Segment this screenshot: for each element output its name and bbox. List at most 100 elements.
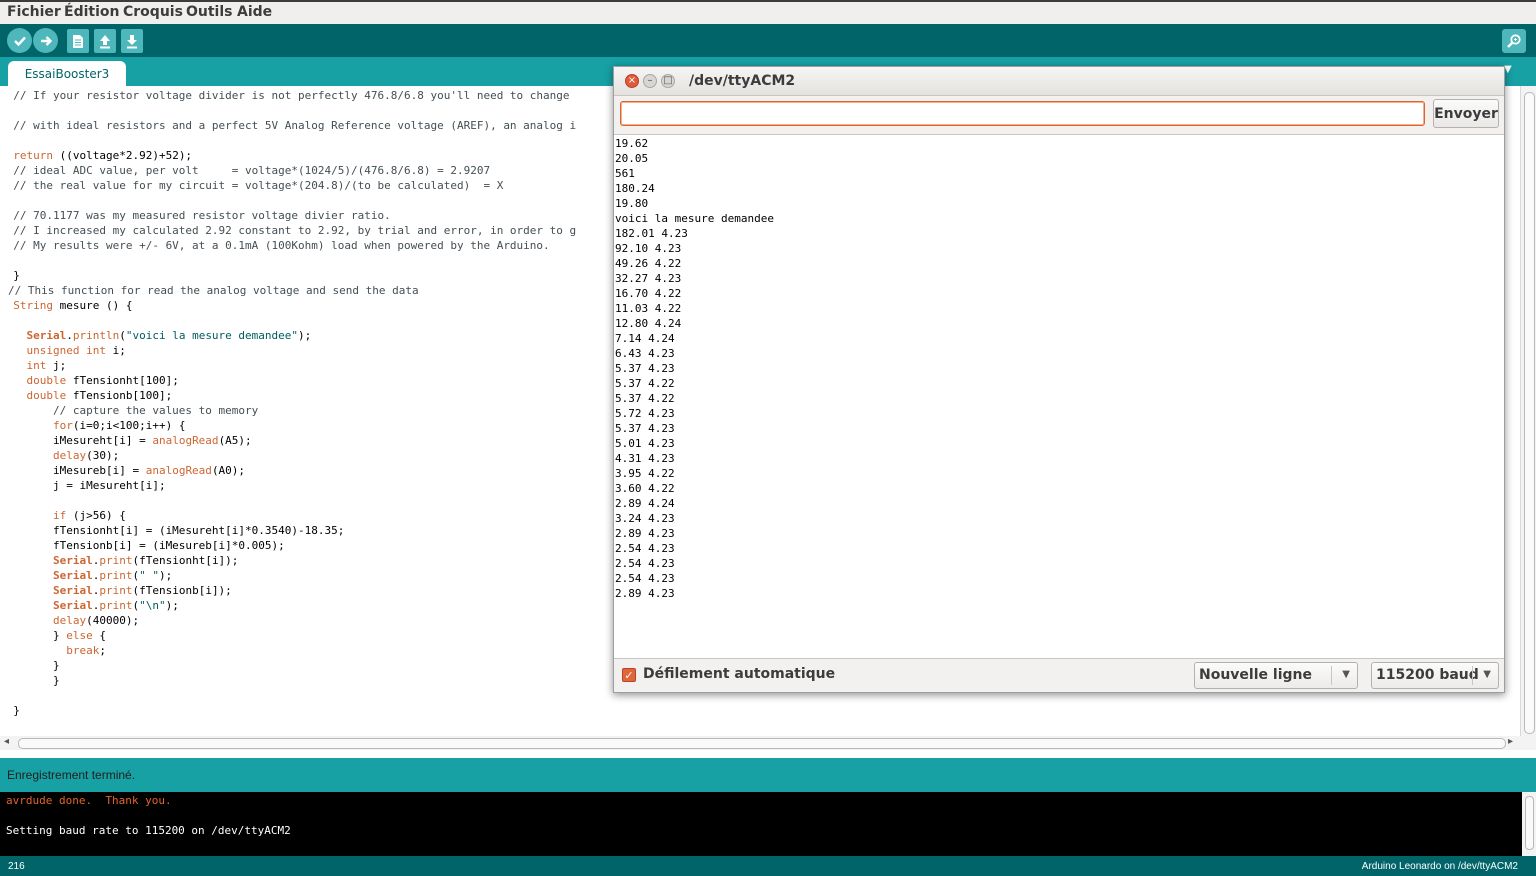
code-token: } <box>0 674 60 687</box>
serial-output-line: 20.05 <box>615 152 649 165</box>
open-button[interactable] <box>94 29 116 53</box>
code-token: (fTensionht[i]); <box>132 554 239 567</box>
serial-output-line: 2.54 4.23 <box>615 572 675 585</box>
code-line: // My results were +/- 6V, at a 0.1mA (1… <box>0 238 549 253</box>
send-button[interactable]: Envoyer <box>1433 99 1499 128</box>
pane-splitter[interactable] <box>0 750 1536 758</box>
tab-menu-icon[interactable]: ▼ <box>1504 64 1518 78</box>
serial-monitor-icon <box>1507 34 1521 48</box>
serial-monitor-button[interactable] <box>1502 29 1526 53</box>
code-token: println <box>72 329 120 342</box>
code-token: iMesureht[i] = <box>0 434 153 447</box>
close-icon[interactable]: × <box>625 74 639 88</box>
line-ending-select[interactable]: Nouvelle ligne ▼ <box>1194 662 1358 689</box>
code-line: // I increased my calculated 2.92 consta… <box>0 223 576 238</box>
footer-bar: 216 Arduino Leonardo on /dev/ttyACM2 <box>0 856 1536 876</box>
scroll-thumb[interactable] <box>1524 92 1535 734</box>
code-token: // If your resistor voltage divider is n… <box>0 89 570 102</box>
code-token: delay <box>0 614 87 627</box>
code-token: (i=0;i<100;i++) { <box>72 419 186 432</box>
editor-vertical-scrollbar[interactable] <box>1520 86 1536 736</box>
code-token: analogRead <box>145 464 212 477</box>
menu-edition[interactable]: Édition <box>64 4 119 20</box>
serial-output-line: 561 <box>615 167 635 180</box>
code-line: } <box>0 658 60 673</box>
serial-send-input[interactable] <box>620 101 1425 126</box>
scroll-thumb[interactable] <box>18 738 1506 749</box>
maximize-icon[interactable]: □ <box>661 74 675 88</box>
code-token: // I increased my calculated 2.92 consta… <box>0 224 577 237</box>
save-icon <box>127 34 137 48</box>
code-token: return <box>0 149 53 162</box>
serial-output-line: 2.89 4.23 <box>615 527 675 540</box>
serial-monitor-titlebar[interactable]: × – □ /dev/ttyACM2 <box>614 67 1504 96</box>
code-token: } <box>0 704 20 717</box>
serial-output-line: 3.24 4.23 <box>615 512 675 525</box>
menu-croquis[interactable]: Croquis <box>123 4 183 20</box>
code-token: break <box>0 644 100 657</box>
serial-output-line: 92.10 4.23 <box>615 242 682 255</box>
code-token: " " <box>139 569 159 582</box>
code-token: fTensionht[100]; <box>66 374 179 387</box>
code-line: Serial.print("\n"); <box>0 598 179 613</box>
code-token: if <box>0 509 67 522</box>
code-line: int j; <box>0 358 66 373</box>
toolbar <box>0 24 1536 57</box>
serial-options-bar: ✓ Défilement automatique Nouvelle ligne … <box>614 658 1504 692</box>
code-line: Serial.print(" "); <box>0 568 172 583</box>
console-scrollbar[interactable] <box>1522 792 1536 856</box>
scroll-thumb[interactable] <box>1525 796 1534 850</box>
code-line: } <box>0 673 60 688</box>
code-token: // capture the values to memory <box>0 404 259 417</box>
tab-essaibooster3[interactable]: EssaiBooster3 <box>8 61 126 86</box>
code-token: ((voltage*2.92)+52); <box>52 149 193 162</box>
serial-output-line: 5.72 4.23 <box>615 407 675 420</box>
code-token: print <box>99 599 133 612</box>
code-line: double fTensionht[100]; <box>0 373 179 388</box>
open-icon <box>100 34 110 48</box>
menu-aide[interactable]: Aide <box>237 4 272 20</box>
verify-button[interactable] <box>7 28 32 53</box>
serial-output-line: 5.37 4.22 <box>615 377 675 390</box>
code-token: print <box>99 569 133 582</box>
autoscroll-checkbox[interactable]: ✓ <box>622 668 636 682</box>
code-token: double <box>0 389 67 402</box>
code-token: int <box>0 359 47 372</box>
upload-button[interactable] <box>33 28 58 53</box>
code-token: unsigned int <box>0 344 106 357</box>
code-line: fTensionht[i] = (iMesureht[i]*0.3540)-18… <box>0 523 344 538</box>
serial-output-line: 3.60 4.22 <box>615 482 675 495</box>
scroll-right-icon[interactable]: ▸ <box>1508 736 1513 747</box>
code-line: iMesureht[i] = analogRead(A5); <box>0 433 252 448</box>
code-line: unsigned int i; <box>0 343 125 358</box>
code-token: ); <box>165 599 179 612</box>
editor-horizontal-scrollbar[interactable]: ◂ ▸ <box>0 736 1536 750</box>
baud-rate-select[interactable]: 115200 baud ▼ <box>1371 662 1499 689</box>
minimize-icon[interactable]: – <box>643 74 657 88</box>
code-token: // 70.1177 was my measured resistor volt… <box>0 209 391 222</box>
code-token: } <box>0 269 20 282</box>
code-line: // capture the values to memory <box>0 403 258 418</box>
window-title: /dev/ttyACM2 <box>689 73 796 89</box>
code-token: "voici la mesure demandee" <box>125 329 299 342</box>
code-token: // the real value for my circuit = volta… <box>0 179 504 192</box>
code-line: Serial.println("voici la mesure demandee… <box>0 328 311 343</box>
serial-output-line: 7.14 4.24 <box>615 332 675 345</box>
code-token: fTensionb[i] = (iMesureb[i]*0.005); <box>0 539 285 552</box>
code-token: iMesureb[i] = <box>0 464 146 477</box>
code-line: // If your resistor voltage divider is n… <box>0 88 570 103</box>
code-line: return ((voltage*2.92)+52); <box>0 148 192 163</box>
code-token: // with ideal resistors and a perfect 5V… <box>0 119 577 132</box>
upload-icon <box>40 35 52 46</box>
status-message: Enregistrement terminé. <box>7 768 136 782</box>
menu-outils[interactable]: Outils <box>186 4 233 20</box>
menu-fichier[interactable]: Fichier <box>7 4 61 20</box>
code-token: double <box>0 374 67 387</box>
code-line: iMesureb[i] = analogRead(A0); <box>0 463 245 478</box>
scroll-left-icon[interactable]: ◂ <box>4 736 9 747</box>
serial-output-line: 5.37 4.22 <box>615 392 675 405</box>
save-button[interactable] <box>121 29 143 53</box>
code-token: ; <box>99 644 106 657</box>
new-button[interactable] <box>67 29 89 53</box>
code-token: Serial <box>0 329 67 342</box>
